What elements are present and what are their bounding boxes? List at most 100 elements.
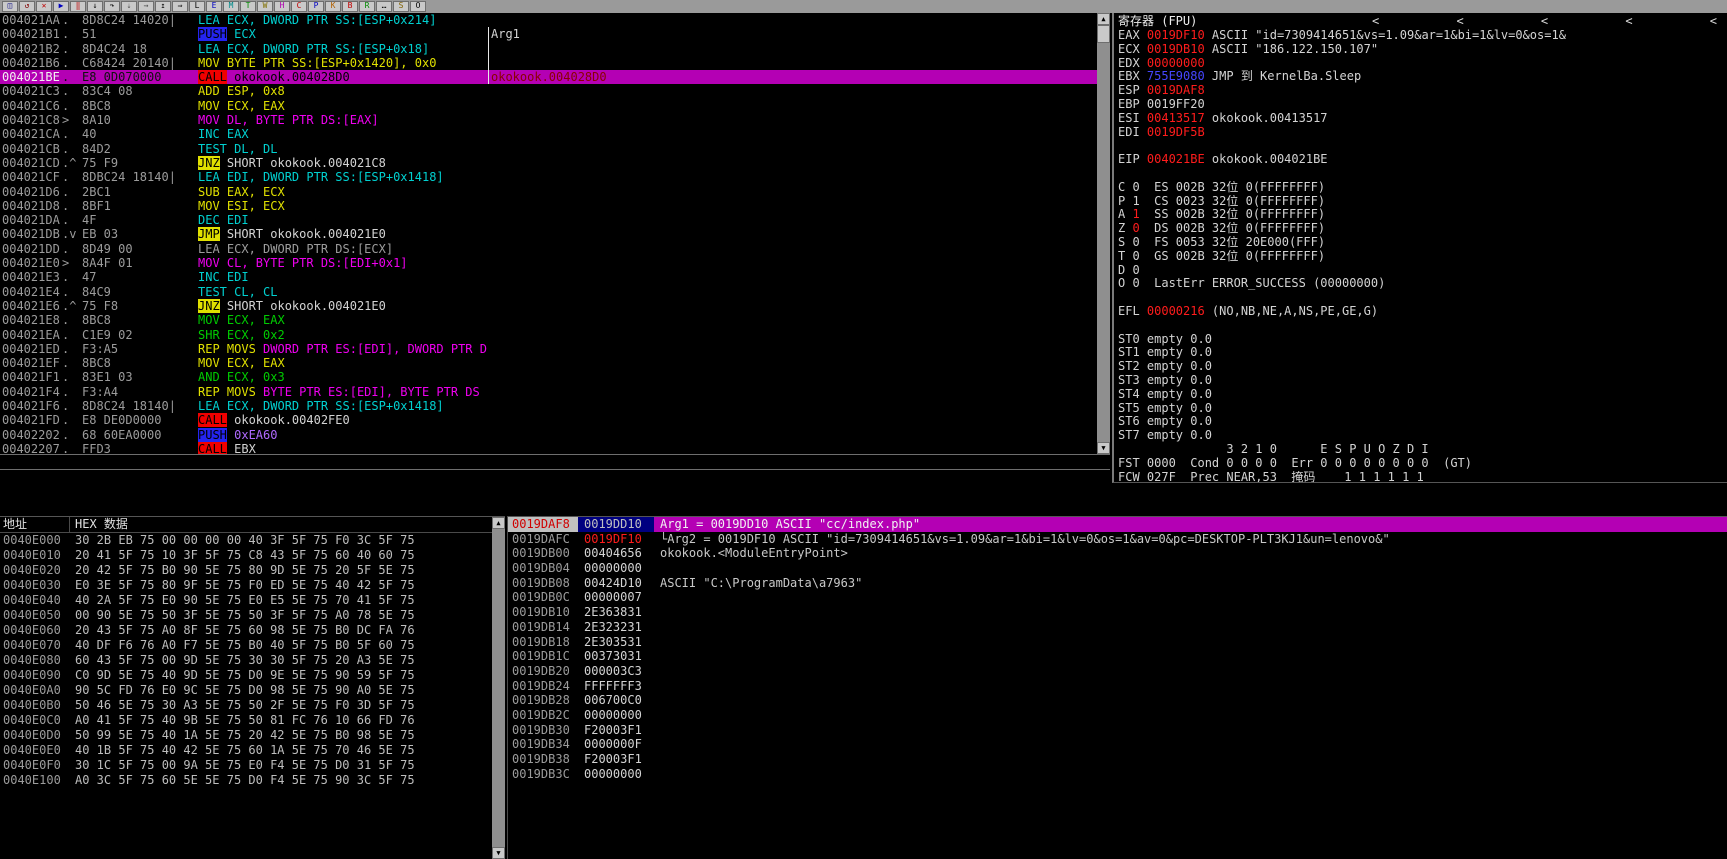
disasm-row[interactable]: 004021DD. 8D49 00 LEA ECX, DWORD PTR DS:[E… — [0, 242, 1097, 256]
stack-row[interactable]: 0019DB04 00000000 — [508, 561, 1727, 576]
stack-row[interactable]: 0019DB34 0000000F — [508, 737, 1727, 752]
step-over-button[interactable]: ↷ — [104, 1, 120, 12]
disasm-row[interactable]: 004021ED. F3:A5 REP MOVS DWORD PTR ES:[EDI… — [0, 342, 1097, 356]
options-button[interactable]: O — [410, 1, 426, 12]
dump-scrollbar[interactable]: ▲ ▼ — [492, 516, 505, 859]
scroll-down-arrow-icon[interactable]: ▼ — [1097, 442, 1110, 454]
disasm-row[interactable]: 004021F6. 8D8C24 18140| LEA ECX, DWORD PTR… — [0, 399, 1097, 413]
history-chevron-icon[interactable]: < — [1541, 13, 1548, 29]
cpu-window-button[interactable]: C — [291, 1, 307, 12]
stack-row[interactable]: 0019DB3C 00000000 — [508, 767, 1727, 782]
disasm-row[interactable]: 004021B6. C68424 20140| MOV BYTE PTR SS:[E… — [0, 55, 1097, 71]
disasm-row[interactable]: 004021B2. 8D4C24 18 LEA ECX, DWORD PTR SS:… — [0, 41, 1097, 56]
dump-row[interactable]: 0040E030 E0 3E 5F 75 80 9F 5E 75 F0 ED 5E… — [0, 578, 492, 593]
open-file-button[interactable]: ◫ — [2, 1, 18, 12]
execute-till-return-button[interactable]: ↥ — [155, 1, 171, 12]
stack-row[interactable]: 0019DB28 006700C0 — [508, 693, 1727, 708]
dump-row[interactable]: 0040E040 40 2A 5F 75 E0 90 5E 75 E0 E5 5E… — [0, 593, 492, 608]
run-trace-button[interactable]: … — [376, 1, 392, 12]
disasm-row[interactable]: 004021E6 .^ 75 F8 JNZ SHORT okokook.004021E… — [0, 298, 1097, 313]
disasm-row[interactable]: 00402202. 68 60EA0000 PUSH 0xEA60 — [0, 427, 1097, 442]
stack-row[interactable]: 0019DB20 000003C3 — [508, 664, 1727, 679]
disasm-row[interactable]: 004021C6. 8BC8 MOV ECX, EAX — [0, 99, 1097, 113]
stack-row[interactable]: 0019DB08 00424D10 ASCII "C:\ProgramData\a7… — [508, 576, 1727, 591]
breakpoints-button[interactable]: B — [342, 1, 358, 12]
pause-button[interactable]: ‖ — [70, 1, 86, 12]
stack-row[interactable]: 0019DB18 2E303531 — [508, 635, 1727, 650]
disasm-row[interactable]: 004021F1. 83E1 03 AND ECX, 0x3 — [0, 370, 1097, 384]
disasm-row[interactable]: 004021E3. 47 INC EDI — [0, 270, 1097, 284]
windows-button[interactable]: W — [257, 1, 273, 12]
disasm-row[interactable]: 004021E4. 84C9 TEST CL, CL — [0, 285, 1097, 299]
dump-row[interactable]: 0040E0D0 50 99 5E 75 40 1A 5E 75 20 42 5E… — [0, 728, 492, 743]
disasm-row[interactable]: 004021CF. 8DBC24 18140| LEA EDI, DWORD PTR… — [0, 170, 1097, 184]
stack-row[interactable]: 0019DB38 F20003F1 — [508, 752, 1727, 767]
stack-row[interactable]: 0019DB1C 00373031 — [508, 649, 1727, 664]
disasm-row[interactable]: 004021E0 >8A4F 01 MOV CL, BYTE PTR DS:[EDI… — [0, 256, 1097, 270]
dump-row[interactable]: 0040E100 A0 3C 5F 75 60 5E 5E 75 D0 F4 5E… — [0, 773, 492, 788]
history-chevron-icon[interactable]: < — [1710, 13, 1717, 29]
disasm-row[interactable]: 004021D8. 8BF1 MOV ESI, ECX — [0, 199, 1097, 213]
source-button[interactable]: S — [393, 1, 409, 12]
disasm-scrollbar[interactable]: ▲ ▼ — [1097, 13, 1110, 454]
go-to-address-button[interactable]: ⇒ — [172, 1, 188, 12]
dump-row[interactable]: 0040E060 20 43 5F 75 A0 8F 5E 75 60 98 5E… — [0, 623, 492, 638]
executables-window-button[interactable]: E — [206, 1, 222, 12]
disasm-row[interactable]: 004021C8 >8A10 MOV DL, BYTE PTR DS:[EAX] — [0, 113, 1097, 127]
stack-row[interactable]: 0019DB14 2E323231 — [508, 620, 1727, 635]
memory-map-button[interactable]: M — [223, 1, 239, 12]
disasm-row[interactable]: 004021FD. E8 DE0D0000 CALL okokook.00402FE… — [0, 413, 1097, 428]
handles-button[interactable]: H — [274, 1, 290, 12]
trace-over-button[interactable]: ⇝ — [138, 1, 154, 12]
threads-window-button[interactable]: T — [240, 1, 256, 12]
stack-row[interactable]: 0019DAF8 0019DD10 Arg1 = 0019DD10 ASCII "c… — [508, 517, 1727, 532]
dump-scroll-down-arrow-icon[interactable]: ▼ — [492, 847, 505, 859]
disasm-row[interactable]: 004021EA. C1E9 02 SHR ECX, 0x2 — [0, 328, 1097, 342]
close-button[interactable]: ✕ — [36, 1, 52, 12]
disasm-row[interactable]: 004021F4. F3:A4 REP MOVS BYTE PTR ES:[EDI]… — [0, 385, 1097, 399]
disasm-row[interactable]: 004021DB .v EB 03 JMP SHORT okokook.004021E… — [0, 227, 1097, 242]
stack-row[interactable]: 0019DAFC 0019DF10 └Arg2 = 0019DF10 ASCII "… — [508, 532, 1727, 547]
disasm-row[interactable]: 004021CA. 40 INC EAX — [0, 127, 1097, 141]
disasm-row[interactable]: 004021E8. 8BC8 MOV ECX, EAX — [0, 313, 1097, 327]
stack-row[interactable]: 0019DB00 00404656 okokook.<ModuleEntryPoin… — [508, 546, 1727, 561]
patches-button[interactable]: P — [308, 1, 324, 12]
log-window-button[interactable]: L — [189, 1, 205, 12]
scrollbar-thumb[interactable] — [1097, 25, 1110, 43]
stack-row[interactable]: 0019DB24 FFFFFFF3 — [508, 679, 1727, 694]
call-stack-button[interactable]: K — [325, 1, 341, 12]
history-chevron-icon[interactable]: < — [1372, 13, 1379, 29]
trace-into-button[interactable]: ⇣ — [121, 1, 137, 12]
dump-scroll-up-arrow-icon[interactable]: ▲ — [492, 517, 505, 529]
disasm-row[interactable]: 004021DA. 4F DEC EDI — [0, 213, 1097, 227]
step-into-button[interactable]: ↓ — [87, 1, 103, 12]
history-chevron-icon[interactable]: < — [1456, 13, 1463, 29]
references-button[interactable]: R — [359, 1, 375, 12]
dump-row[interactable]: 0040E020 20 42 5F 75 B0 90 5E 75 80 9D 5E… — [0, 563, 492, 578]
restart-button[interactable]: ↺ — [19, 1, 35, 12]
disasm-row[interactable]: 004021C3. 83C4 08 ADD ESP, 0x8 — [0, 84, 1097, 98]
stack-row[interactable]: 0019DB30 F20003F1 — [508, 723, 1727, 738]
dump-row[interactable]: 0040E010 20 41 5F 75 10 3F 5F 75 C8 43 5F… — [0, 548, 492, 563]
stack-row[interactable]: 0019DB2C 00000000 — [508, 708, 1727, 723]
disasm-row[interactable]: 004021CD .^ 75 F9 JNZ SHORT okokook.004021C… — [0, 155, 1097, 170]
dump-row[interactable]: 0040E080 60 43 5F 75 00 9D 5E 75 30 30 5F… — [0, 653, 492, 668]
dump-row[interactable]: 0040E050 00 90 5E 75 50 3F 5E 75 50 3F 5F… — [0, 608, 492, 623]
scroll-up-arrow-icon[interactable]: ▲ — [1097, 13, 1110, 25]
dump-row[interactable]: 0040E0B0 50 46 5E 75 30 A3 5E 75 50 2F 5E… — [0, 698, 492, 713]
dump-row[interactable]: 0040E070 40 DF F6 76 A0 F7 5E 75 B0 40 5F… — [0, 638, 492, 653]
disasm-row[interactable]: 004021CB. 84D2 TEST DL, DL — [0, 142, 1097, 156]
disasm-row[interactable]: 004021D6. 2BC1 SUB EAX, ECX — [0, 185, 1097, 199]
dump-row[interactable]: 0040E090 C0 9D 5E 75 40 9D 5E 75 D0 9E 5E… — [0, 668, 492, 683]
disasm-row[interactable]: 004021B1. 51 PUSH ECX Arg1 — [0, 27, 1097, 42]
disasm-row[interactable]: 004021BE. E8 0D070000 CALL okokook.004028D… — [0, 70, 1097, 85]
disasm-row[interactable]: 004021EF. 8BC8 MOV ECX, EAX — [0, 356, 1097, 370]
dump-row[interactable]: 0040E0C0 A0 41 5F 75 40 9B 5E 75 50 81 FC… — [0, 713, 492, 728]
dump-row[interactable]: 0040E0F0 30 1C 5F 75 00 9A 5E 75 E0 F4 5E… — [0, 758, 492, 773]
disasm-row[interactable]: 004021AA. 8D8C24 14020| LEA ECX, DWORD PTR… — [0, 13, 1097, 27]
dump-row[interactable]: 0040E0E0 40 1B 5F 75 40 42 5E 75 60 1A 5E… — [0, 743, 492, 758]
disasm-row[interactable]: 00402207. FFD3 CALL EBX — [0, 441, 1097, 454]
history-chevron-icon[interactable]: < — [1625, 13, 1632, 29]
dump-row[interactable]: 0040E0A0 90 5C FD 76 E0 9C 5E 75 D0 98 5E… — [0, 683, 492, 698]
stack-row[interactable]: 0019DB10 2E363831 — [508, 605, 1727, 620]
